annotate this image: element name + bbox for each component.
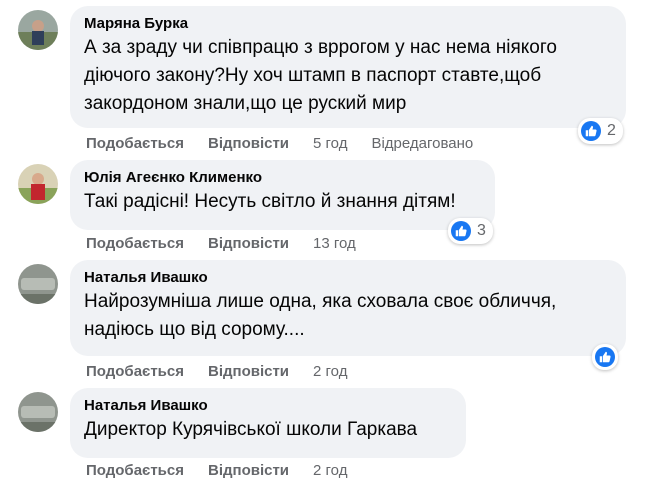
reaction-summary[interactable]: 2: [578, 118, 623, 144]
reply-button[interactable]: Відповісти: [208, 235, 289, 253]
like-button[interactable]: Подобається: [86, 235, 184, 253]
comment-time[interactable]: 2 год: [313, 363, 347, 381]
like-button[interactable]: Подобається: [86, 135, 184, 153]
reply-button[interactable]: Відповісти: [208, 462, 289, 480]
comment-bubble: Юлія Агеєнко Клименко Такі радісні! Несу…: [70, 160, 495, 230]
avatar[interactable]: [18, 264, 58, 304]
comment-actions: Подобається Відповісти 5 год Відредагова…: [86, 135, 473, 153]
like-button[interactable]: Подобається: [86, 462, 184, 480]
like-icon: [581, 121, 601, 141]
reaction-summary[interactable]: [592, 344, 618, 370]
comment-actions: Подобається Відповісти 2 год: [86, 462, 347, 480]
comment-actions: Подобається Відповісти 2 год: [86, 363, 347, 381]
comment-actions: Подобається Відповісти 13 год: [86, 235, 356, 253]
reply-button[interactable]: Відповісти: [208, 135, 289, 153]
comment-time[interactable]: 2 год: [313, 462, 347, 480]
comment-bubble: Наталья Ивашко Директор Курячівської шко…: [70, 388, 466, 458]
comment-author[interactable]: Наталья Ивашко: [84, 268, 614, 288]
comment-bubble: Маряна Бурка А за зраду чи співпрацю з в…: [70, 6, 626, 128]
avatar[interactable]: [18, 164, 58, 204]
edited-label: Відредаговано: [371, 135, 474, 152]
comment-time[interactable]: 13 год: [313, 235, 356, 253]
like-icon: [595, 347, 615, 367]
reaction-count: 2: [607, 122, 616, 139]
comment-author[interactable]: Юлія Агеєнко Клименко: [84, 168, 483, 188]
comment-author[interactable]: Маряна Бурка: [84, 14, 614, 34]
comment-text: А за зраду чи співпрацю з вррогом у нас …: [84, 37, 557, 114]
comment-text: Такі радісні! Несуть світло й знання діт…: [84, 191, 456, 212]
comment-time[interactable]: 5 год: [313, 135, 347, 153]
comment-author[interactable]: Наталья Ивашко: [84, 396, 454, 416]
reply-button[interactable]: Відповісти: [208, 363, 289, 381]
reaction-count: 3: [477, 222, 486, 239]
comment-text: Директор Курячівської школи Гаркава: [84, 419, 418, 440]
avatar[interactable]: [18, 392, 58, 432]
reaction-summary[interactable]: 3: [448, 218, 493, 244]
like-button[interactable]: Подобається: [86, 363, 184, 381]
like-icon: [451, 221, 471, 241]
comment-text: Найрозумніша лише одна, яка сховала своє…: [84, 291, 557, 340]
avatar[interactable]: [18, 10, 58, 50]
comment-bubble: Наталья Ивашко Найрозумніша лише одна, я…: [70, 260, 626, 356]
